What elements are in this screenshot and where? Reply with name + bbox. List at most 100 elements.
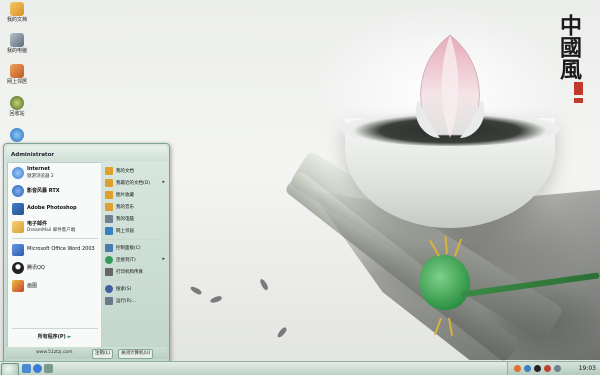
places-item-recent-docs[interactable]: 我最近的文档(D) ▸ bbox=[105, 177, 167, 189]
pinned-item-media-player[interactable]: 影音风暴 RTX bbox=[10, 183, 99, 199]
places-item-label: 打印机和传真 bbox=[116, 270, 143, 275]
run-icon bbox=[105, 297, 113, 305]
word-icon bbox=[12, 244, 24, 256]
all-programs-button[interactable]: 所有程序(P) ► bbox=[10, 331, 99, 343]
pinned-item-subtitle: 傲游浏览器 2 bbox=[27, 174, 54, 179]
pinned-item-title: 影音风暴 RTX bbox=[27, 188, 60, 194]
desktop-icon-my-documents[interactable]: 我的文档 bbox=[0, 2, 34, 23]
desktop-icon-network[interactable]: 网上邻居 bbox=[0, 64, 34, 85]
desktop-icon-label: 回收站 bbox=[9, 111, 25, 117]
arrow-right-icon: ▸ bbox=[162, 179, 165, 185]
shutdown-button[interactable]: 关闭计算机(U) bbox=[118, 349, 154, 359]
places-item-my-computer[interactable]: 我的电脑 bbox=[105, 213, 167, 225]
places-item-label: 搜索(S) bbox=[116, 287, 132, 292]
pinned-item-subtitle: DreamMail 邮件客户端 bbox=[27, 228, 76, 233]
start-menu-places-pane: 我的文档 我最近的文档(D) ▸ 图片收藏 我的音乐 我的电脑 网上邻居 控制面… bbox=[101, 162, 167, 346]
wallpaper-seal bbox=[574, 82, 583, 95]
menu-separator bbox=[12, 238, 98, 239]
tray-network-icon[interactable] bbox=[524, 365, 531, 372]
pinned-item-title: Internet bbox=[27, 166, 51, 172]
browser-icon bbox=[12, 167, 24, 179]
wallpaper-fish bbox=[258, 278, 270, 291]
places-item-search[interactable]: 搜索(S) bbox=[105, 283, 167, 295]
folder-icon bbox=[10, 2, 24, 16]
places-item-label: 图片收藏 bbox=[116, 193, 134, 198]
pinned-item-title: 电子邮件 bbox=[27, 221, 48, 227]
recent-item-word[interactable]: Microsoft Office Word 2003 bbox=[10, 242, 99, 258]
start-menu: Administrator Internet 傲游浏览器 2 影音风暴 RTX … bbox=[3, 143, 170, 362]
recent-item-paint[interactable]: 画图 bbox=[10, 278, 99, 294]
quick-launch-desktop-icon[interactable] bbox=[22, 364, 31, 373]
places-item-label: 我的文档 bbox=[116, 169, 134, 174]
tray-app-icon[interactable] bbox=[514, 365, 521, 372]
recent-item-qq[interactable]: 腾讯QQ bbox=[10, 260, 99, 276]
places-item-pictures[interactable]: 图片收藏 bbox=[105, 189, 167, 201]
places-item-printers[interactable]: 打印机和传真 bbox=[105, 266, 167, 278]
printer-icon bbox=[105, 268, 113, 276]
desktop-icon-label: 我的电脑 bbox=[6, 48, 27, 54]
wallpaper-seal-2 bbox=[574, 98, 583, 103]
quick-launch-browser-icon[interactable] bbox=[33, 364, 42, 373]
places-item-label: 我的电脑 bbox=[116, 217, 134, 222]
tray-volume-icon[interactable] bbox=[554, 365, 561, 372]
pinned-item-internet[interactable]: Internet 傲游浏览器 2 bbox=[10, 165, 99, 181]
places-item-label: 连接到(T) bbox=[116, 258, 136, 263]
computer-icon bbox=[105, 215, 113, 223]
network-icon bbox=[10, 64, 24, 78]
wallpaper-fish bbox=[209, 295, 223, 304]
paint-icon bbox=[12, 280, 24, 292]
ie-icon bbox=[10, 128, 24, 142]
wallpaper-fish bbox=[189, 285, 203, 296]
quick-launch-media-icon[interactable] bbox=[44, 364, 53, 373]
wallpaper-fish bbox=[276, 326, 288, 339]
photoshop-icon bbox=[12, 203, 24, 215]
wallpaper-lotus-bud bbox=[415, 34, 485, 138]
start-menu-programs-pane: Internet 傲游浏览器 2 影音风暴 RTX Adobe Photosho… bbox=[7, 162, 102, 348]
places-item-label: 网上邻居 bbox=[116, 229, 134, 234]
arrow-right-icon: ▸ bbox=[162, 256, 165, 262]
start-button[interactable] bbox=[1, 363, 19, 375]
desktop-icon-label: 网上邻居 bbox=[6, 79, 27, 85]
folder-icon bbox=[105, 167, 113, 175]
recent-item-label: 画图 bbox=[27, 283, 38, 289]
desktop-icon-recycle-bin[interactable]: 回收站 bbox=[0, 96, 34, 117]
pinned-item-title: Adobe Photoshop bbox=[27, 205, 77, 211]
desktop-icon-my-computer[interactable]: 我的电脑 bbox=[0, 33, 34, 54]
wallpaper-calligraphy: 中國風 bbox=[556, 14, 582, 80]
pictures-icon bbox=[105, 191, 113, 199]
taskbar: 19:03 bbox=[0, 361, 600, 375]
places-item-connect-to[interactable]: 连接到(T) ▸ bbox=[105, 254, 167, 266]
mail-icon bbox=[12, 221, 24, 233]
pinned-item-photoshop[interactable]: Adobe Photoshop bbox=[10, 201, 99, 217]
menu-separator bbox=[103, 280, 163, 281]
places-item-run[interactable]: 运行(R)... bbox=[105, 295, 167, 307]
places-item-label: 运行(R)... bbox=[116, 299, 136, 304]
places-item-control-panel[interactable]: 控制面板(C) bbox=[105, 242, 167, 254]
desktop-icon-label: 我的文档 bbox=[6, 17, 27, 23]
desktop-icon-internet-explorer[interactable] bbox=[0, 128, 34, 143]
footer-url: www.51ztzj.com bbox=[36, 350, 73, 355]
tray-qq-icon[interactable] bbox=[534, 365, 541, 372]
logoff-button[interactable]: 注销(L) bbox=[92, 349, 114, 359]
menu-separator bbox=[12, 328, 98, 329]
clock[interactable]: 19:03 bbox=[579, 365, 596, 372]
qq-icon bbox=[12, 262, 24, 274]
wallpaper-lotus-pod bbox=[420, 255, 470, 310]
pinned-item-mail[interactable]: 电子邮件 DreamMail 邮件客户端 bbox=[10, 219, 99, 235]
places-item-label: 我的音乐 bbox=[116, 205, 134, 210]
start-menu-header: Administrator bbox=[6, 146, 167, 161]
all-programs-label: 所有程序(P) bbox=[37, 334, 66, 340]
places-item-music[interactable]: 我的音乐 bbox=[105, 201, 167, 213]
arrow-right-icon: ► bbox=[67, 334, 72, 340]
recycle-bin-icon bbox=[10, 96, 24, 110]
places-item-my-documents[interactable]: 我的文档 bbox=[105, 165, 167, 177]
menu-separator bbox=[103, 239, 163, 240]
recent-docs-icon bbox=[105, 179, 113, 187]
start-menu-footer: www.51ztzj.com 注销(L) 关闭计算机(U) bbox=[6, 347, 167, 359]
recent-item-label: 腾讯QQ bbox=[27, 265, 45, 271]
tray-app-2-icon[interactable] bbox=[544, 365, 551, 372]
search-icon bbox=[105, 285, 113, 293]
recent-item-label: Microsoft Office Word 2003 bbox=[27, 246, 95, 252]
user-name: Administrator bbox=[11, 152, 55, 158]
places-item-network[interactable]: 网上邻居 bbox=[105, 225, 167, 237]
